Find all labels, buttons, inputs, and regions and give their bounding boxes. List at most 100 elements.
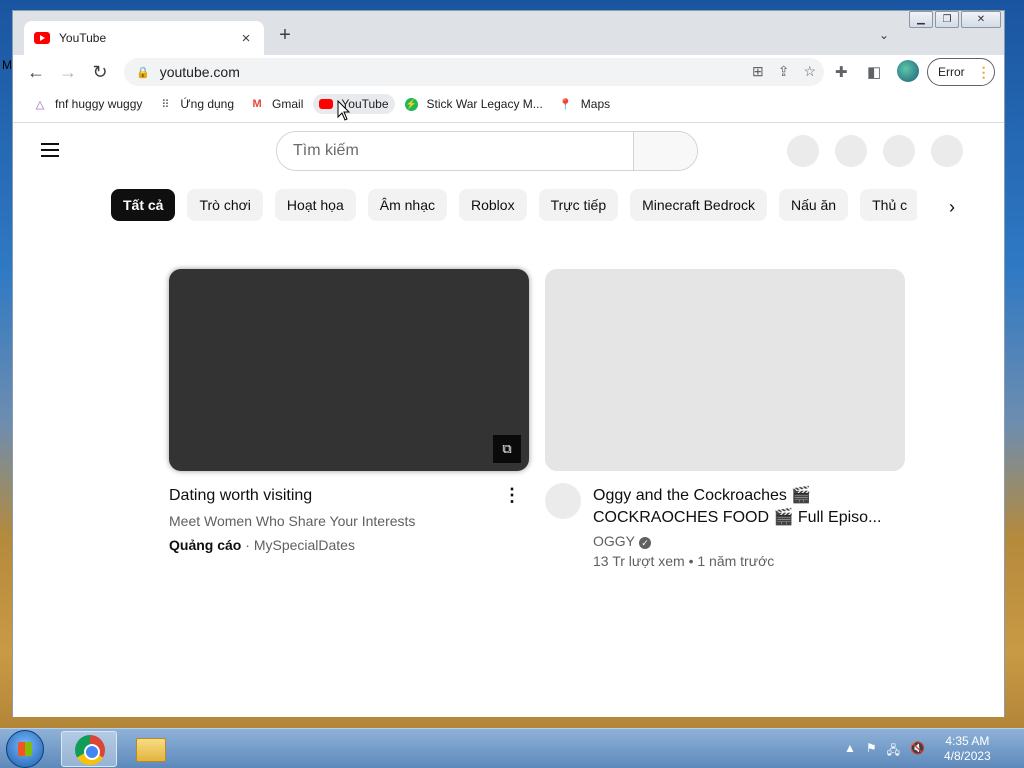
profile-avatar[interactable] [897,60,919,82]
clock-time: 4:35 AM [945,734,990,748]
folder-icon [136,738,166,762]
error-button[interactable]: Error ⋮ [927,58,995,86]
minimize-button[interactable]: ▁ [909,11,933,28]
tab-title: YouTube [59,31,107,45]
ad-subtitle: Meet Women Who Share Your Interests [169,513,416,529]
advertiser-name: MySpecialDates [253,537,355,553]
bookmark-label: fnf huggy wuggy [55,97,143,111]
bolt-icon: ⚡ [405,97,419,111]
new-tab-button[interactable]: + [275,25,295,45]
bookmark-stick-war[interactable]: ⚡ Stick War Legacy M... [399,94,549,114]
window-controls: ▁ ❐ ✕ [909,11,1001,28]
clock-date: 4/8/2023 [944,749,991,763]
maps-pin-icon: 📍 [558,98,573,111]
channel-name[interactable]: OGGY ✓ [593,533,905,549]
verified-check-icon: ✓ [639,537,652,549]
youtube-icon [319,97,334,111]
bookmark-star-icon[interactable]: ☆ [803,63,816,80]
url-text[interactable]: youtube.com [160,64,240,80]
tab-search-chevron-icon[interactable]: ⌄ [879,28,889,42]
omnibox-actions: ⊞ ⇪ ☆ [752,63,816,80]
lock-icon[interactable]: 🔒 [136,66,150,79]
chrome-icon [75,735,105,765]
chip-all[interactable]: Tất cả [111,189,176,221]
side-panel-icon[interactable]: ◧ [867,63,881,81]
ad-card[interactable]: ⧉ Dating worth visiting Meet Women Who S… [169,269,529,553]
bookmark-maps[interactable]: 📍 Maps [553,94,616,114]
system-tray: ▲ ⚑ 🖧 🔇 [844,741,925,762]
search-button[interactable] [633,132,697,170]
chip-minecraft[interactable]: Minecraft Bedrock [630,189,767,221]
taskbar-clock[interactable]: 4:35 AM 4/8/2023 [944,734,991,764]
flag-icon[interactable]: ⚑ [866,741,877,762]
chip-animation[interactable]: Hoạt họa [274,189,356,221]
tab-close-icon[interactable]: × [238,30,254,47]
translate-icon[interactable]: ⊞ [752,63,764,80]
taskbar-explorer[interactable] [123,731,179,767]
address-bar[interactable]: 🔒 youtube.com ⊞ ⇪ ☆ [124,58,824,86]
external-link-icon[interactable]: ⧉ [493,435,521,463]
maximize-button[interactable]: ❐ [935,11,959,28]
youtube-page: Tất cả Trò chơi Hoạt họa Âm nhạc Roblox … [13,123,1004,717]
placeholder-icon[interactable] [883,135,915,167]
chip-roblox[interactable]: Roblox [459,189,527,221]
channel-avatar[interactable] [545,483,581,519]
bookmark-label: Gmail [272,97,304,111]
browser-window: YouTube × + ⌄ ▁ ❐ ✕ ← → ↻ 🔒 youtube.com … [12,10,1005,717]
windows-taskbar: ▲ ⚑ 🖧 🔇 4:35 AM 4/8/2023 [0,728,1024,768]
tab-youtube[interactable]: YouTube × [24,21,264,55]
ad-label: Quảng cáo [169,537,242,553]
network-icon[interactable]: 🖧 [887,741,900,762]
volume-muted-icon[interactable]: 🔇 [910,741,925,762]
close-window-button[interactable]: ✕ [961,11,1001,28]
menu-kebab-icon: ⋮ [976,63,991,80]
bookmark-youtube[interactable]: YouTube [313,94,395,114]
reload-button[interactable]: ↻ [89,61,111,83]
desktop-edge-text: M [2,58,12,72]
forward-button[interactable]: → [57,61,79,83]
share-icon[interactable]: ⇪ [778,63,790,80]
more-options-icon[interactable]: ⋮ [503,485,521,506]
chip-live[interactable]: Trực tiếp [538,189,619,221]
placeholder-icon[interactable] [835,135,867,167]
youtube-favicon-icon [34,32,50,44]
ad-title[interactable]: Dating worth visiting [169,485,529,507]
taskbar-chrome[interactable] [61,731,117,767]
bookmark-label: Ứng dụng [180,97,235,111]
placeholder-icon[interactable] [787,135,819,167]
bookmark-gmail[interactable]: M Gmail [244,94,309,114]
bookmarks-bar: △ fnf huggy wuggy ⠿ Ứng dụng M Gmail You… [13,91,1004,117]
extensions-puzzle-icon[interactable]: ✚ [835,63,848,81]
gmail-icon: M [252,98,262,110]
search-input[interactable] [277,132,633,170]
mouse-cursor-icon [337,100,351,121]
chip-music[interactable]: Âm nhạc [367,189,447,221]
start-button[interactable] [6,730,44,768]
bookmark-fnf[interactable]: △ fnf huggy wuggy [27,94,148,114]
filter-chips: Tất cả Trò chơi Hoạt họa Âm nhạc Roblox … [111,189,917,223]
apps-grid-icon: ⠿ [161,98,170,111]
error-label: Error [938,65,965,79]
bookmark-label: Maps [580,97,611,111]
hamburger-menu-icon[interactable] [41,143,59,157]
ad-thumbnail[interactable]: ⧉ [169,269,529,471]
video-thumbnail[interactable] [545,269,905,471]
chip-cooking[interactable]: Nấu ăn [778,189,849,221]
video-stats: 13 Tr lượt xem • 1 năm trước [593,553,775,569]
tray-expand-icon[interactable]: ▲ [844,741,856,762]
ad-sponsor-line: Quảng cáo · MySpecialDates [169,537,355,553]
video-meta: Oggy and the Cockroaches 🎬 COCKRAOCHES F… [593,485,905,569]
channel-label: OGGY [593,533,636,549]
back-button[interactable]: ← [25,61,47,83]
placeholder-icon[interactable] [931,135,963,167]
video-card[interactable]: Oggy and the Cockroaches 🎬 COCKRAOCHES F… [545,269,905,569]
chevron-right-icon[interactable]: › [949,197,955,218]
bookmark-apps[interactable]: ⠿ Ứng dụng [152,94,240,114]
browser-toolbar: ← → ↻ 🔒 youtube.com ⊞ ⇪ ☆ ✚ ◧ Error ⋮ [13,55,1004,89]
video-title[interactable]: Oggy and the Cockroaches 🎬 COCKRAOCHES F… [593,485,905,529]
triangle-icon: △ [35,98,45,111]
video-title-line: Oggy and the Cockroaches 🎬 [593,487,812,504]
video-title-line: COCKRAOCHES FOOD 🎬 Full Episo... [593,509,882,526]
chip-games[interactable]: Trò chơi [187,189,263,221]
chip-crafts[interactable]: Thủ c [860,189,917,221]
